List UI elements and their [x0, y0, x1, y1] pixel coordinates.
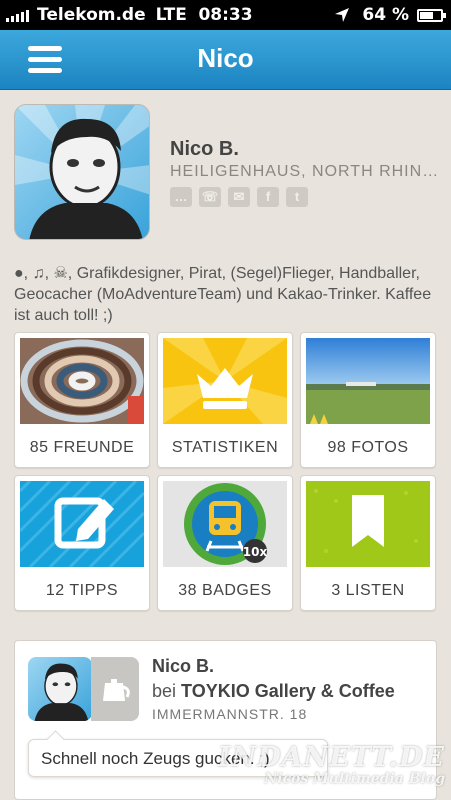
bio-text: Grafikdesigner, Pirat, (Segel)Flieger, H…: [14, 265, 432, 324]
tile-label: 3 LISTEN: [331, 582, 405, 599]
facebook-icon[interactable]: f: [257, 187, 279, 207]
profile-bio: ●, ♫, ☠, Grafikdesigner, Pirat, (Segel)F…: [14, 265, 432, 324]
tile-label: 12 TIPPS: [45, 582, 119, 599]
mail-icon[interactable]: ✉: [228, 187, 250, 207]
apple-icon: ●: [14, 265, 24, 282]
tile-label: 98 FOTOS: [327, 439, 409, 456]
contact-icons: … ☏ ✉ f t: [170, 187, 315, 207]
checkin-address: IMMERMANNSTR. 18: [152, 706, 308, 722]
checkin-venue-line: bei TOYKIO Gallery & Coffee: [152, 681, 395, 702]
friends-swirl-image: [20, 338, 144, 424]
field-photo-image: [306, 338, 430, 424]
page-title: Nico: [197, 43, 254, 73]
watermark-title: INDANETT.DE: [217, 742, 445, 773]
watermark-subtitle: Nicos Multimedia Blog: [264, 771, 445, 787]
tile-friends[interactable]: 85 FREUNDE: [14, 332, 150, 468]
bookmark-icon: [306, 481, 430, 567]
chat-icon[interactable]: …: [170, 187, 192, 207]
phone-icon[interactable]: ☏: [199, 187, 221, 207]
watermark: INDANETT.DE Nicos Multimedia Blog: [218, 742, 445, 787]
nav-bar: Nico: [0, 30, 451, 90]
edit-icon: [20, 481, 144, 567]
tile-photos[interactable]: 98 FOTOS: [300, 332, 436, 468]
location-arrow-icon: [335, 8, 350, 22]
train-badge-icon: 10x: [163, 481, 287, 567]
profile-name: Nico B.: [170, 138, 239, 160]
tile-statistics[interactable]: STATISTIKEN: [157, 332, 293, 468]
checkin-venue-name[interactable]: TOYKIO Gallery & Coffee: [181, 681, 395, 701]
tile-label: 38 BADGES: [178, 582, 272, 599]
checkin-avatar[interactable]: [28, 657, 92, 721]
tile-lists[interactable]: 3 LISTEN: [300, 475, 436, 611]
tile-tips[interactable]: 12 TIPPS: [14, 475, 150, 611]
crown-icon: [163, 338, 287, 424]
status-bar: Telekom.de LTE 08:33 64 %: [0, 0, 451, 30]
profile-location: HEILIGENHAUS, NORTH RHINE-WESTPHALIA: [170, 163, 440, 180]
twitter-icon[interactable]: t: [286, 187, 308, 207]
tile-label: 85 FREUNDE: [29, 439, 135, 456]
svg-text:10x: 10x: [243, 545, 268, 559]
coffee-pot-icon: [91, 657, 139, 721]
checkin-user-name[interactable]: Nico B.: [152, 656, 214, 677]
battery-percent: 64 %: [362, 5, 409, 25]
tile-label: STATISTIKEN: [171, 439, 279, 456]
checkin-at: bei: [152, 681, 177, 701]
battery-icon: [417, 8, 446, 22]
music-note-icon: ♫: [32, 265, 45, 282]
avatar[interactable]: [14, 104, 150, 240]
skull-crossbones-icon: ☠: [53, 265, 68, 282]
tile-badges[interactable]: 10x 38 BADGES: [157, 475, 293, 611]
